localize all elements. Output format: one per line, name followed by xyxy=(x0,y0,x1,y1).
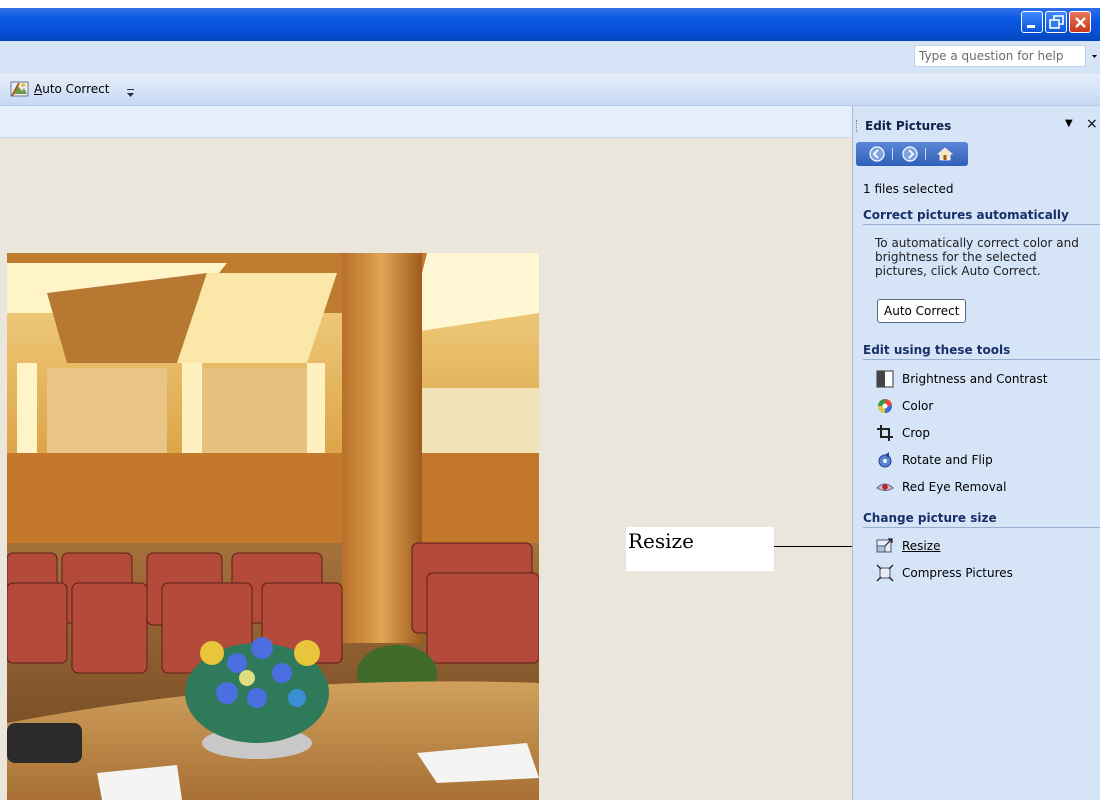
forward-icon[interactable] xyxy=(901,145,919,163)
section-edit-tools: Edit using these tools xyxy=(863,343,1100,360)
red-eye-icon xyxy=(876,483,894,491)
help-search-input[interactable]: Type a question for help xyxy=(914,45,1086,67)
tool-compress[interactable]: Compress Pictures xyxy=(876,563,1013,583)
title-bar xyxy=(0,8,1100,41)
task-pane-nav-bar xyxy=(856,142,968,166)
brightness-contrast-icon xyxy=(876,370,894,388)
toolbar-options-icon[interactable] xyxy=(126,84,136,100)
conference-room-photo[interactable] xyxy=(7,253,539,800)
tool-crop[interactable]: Crop xyxy=(876,423,930,443)
task-pane-menu-icon[interactable]: ▼ xyxy=(1065,118,1073,129)
tool-brightness-contrast[interactable]: Brightness and Contrast xyxy=(876,369,1047,389)
resize-callout: Resize xyxy=(626,527,774,571)
rotate-flip-icon xyxy=(878,452,892,468)
tool-label: Compress Pictures xyxy=(902,566,1013,580)
menu-bar: Type a question for help xyxy=(0,41,1100,74)
back-icon[interactable] xyxy=(868,145,886,163)
grip-handle[interactable] xyxy=(856,120,859,132)
tool-rotate-flip[interactable]: Rotate and Flip xyxy=(876,450,993,470)
tool-label: Crop xyxy=(902,426,931,440)
chevron-down-icon[interactable] xyxy=(1089,45,1100,67)
auto-correct-label: Auto Correct xyxy=(34,82,110,96)
home-icon[interactable] xyxy=(936,145,954,163)
restore-icon[interactable] xyxy=(1045,11,1067,33)
tool-label: Brightness and Contrast xyxy=(902,372,1048,386)
color-icon xyxy=(878,399,892,413)
callout-line xyxy=(774,546,858,547)
crop-icon xyxy=(877,425,893,441)
task-pane-title: Edit Pictures xyxy=(865,119,952,133)
tool-label: Color xyxy=(902,399,934,413)
auto-correct-description: To automatically correct color and brigh… xyxy=(875,236,1079,278)
auto-correct-button[interactable]: Auto Correct xyxy=(877,299,967,323)
toolbar: Auto Correct xyxy=(0,74,1100,106)
callout-label: Resize xyxy=(628,529,694,553)
auto-correct-icon xyxy=(10,81,29,97)
close-icon[interactable] xyxy=(1069,11,1091,33)
edit-pictures-task-pane: Edit Pictures ▼ × 1 files selected Corre… xyxy=(852,106,1100,800)
resize-icon xyxy=(876,538,893,553)
tool-label: Red Eye Removal xyxy=(902,480,1007,494)
tool-resize[interactable]: Resize xyxy=(876,536,940,556)
compress-icon xyxy=(876,564,894,582)
document-header xyxy=(0,106,852,138)
files-selected-text: 1 files selected xyxy=(863,182,954,196)
section-change-size: Change picture size xyxy=(863,511,1100,528)
tool-color[interactable]: Color xyxy=(876,396,933,416)
section-correct-automatically: Correct pictures automatically xyxy=(863,208,1100,225)
minimize-icon[interactable] xyxy=(1021,11,1043,33)
tool-label: Rotate and Flip xyxy=(902,453,993,467)
task-pane-close-icon[interactable]: × xyxy=(1086,116,1098,132)
tool-label: Resize xyxy=(902,539,941,553)
tool-red-eye[interactable]: Red Eye Removal xyxy=(876,477,1007,497)
auto-correct-toolbar-button[interactable]: Auto Correct xyxy=(10,78,109,100)
